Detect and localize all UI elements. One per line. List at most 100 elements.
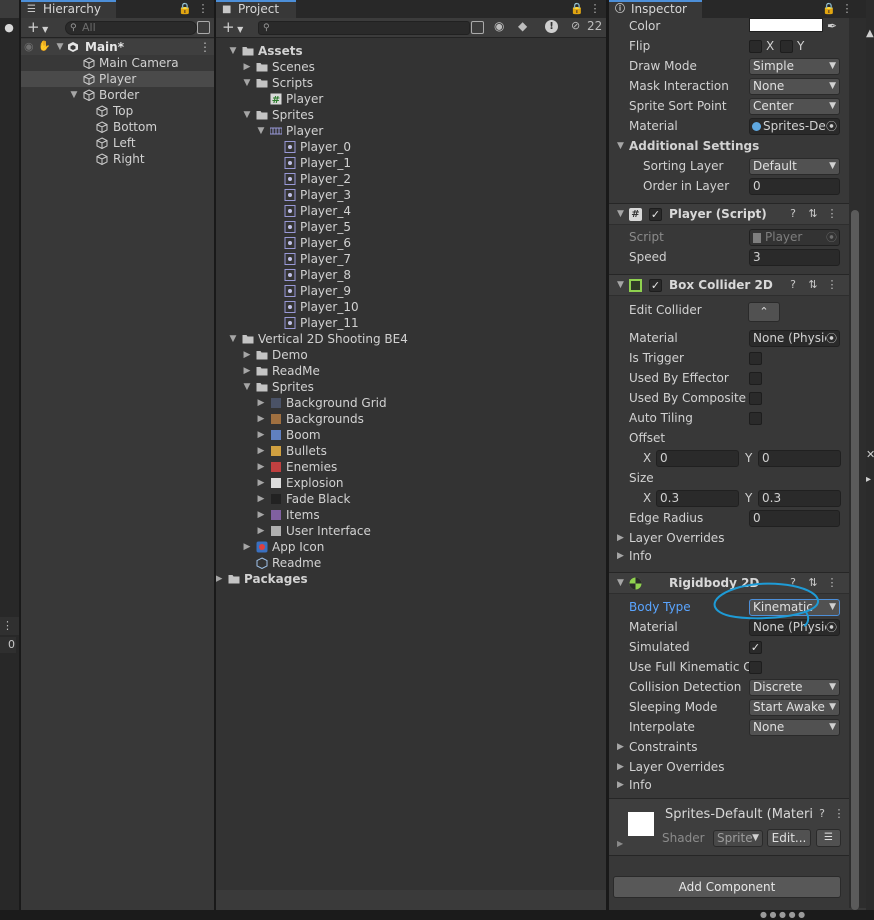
fold-arrow-icon[interactable]: ▶	[617, 839, 623, 848]
presets-icon[interactable]: ⇅	[806, 207, 820, 221]
simulated-checkbox[interactable]: ✓	[749, 641, 762, 654]
bc-material-field[interactable]: None (Physic ⦿	[749, 330, 840, 347]
project-item-player-frame[interactable]: Player_10	[216, 299, 606, 315]
help-icon[interactable]: ?	[786, 207, 800, 221]
expand-arrow-icon[interactable]: ▶	[256, 427, 266, 443]
lightbulb-icon[interactable]: ●	[2, 21, 16, 35]
project-item-player-script[interactable]: # Player	[216, 91, 606, 107]
project-item-vertical-2d-shooting[interactable]: ▼ Vertical 2D Shooting BE4	[216, 331, 606, 347]
expand-arrow-icon[interactable]: ▶	[256, 443, 266, 459]
project-item-assets[interactable]: ▼ Assets	[216, 43, 606, 59]
edge-arrow-up-icon[interactable]: ▲	[866, 28, 874, 39]
offset-x-field[interactable]: 0	[656, 450, 739, 467]
project-item-player-frame[interactable]: Player_2	[216, 171, 606, 187]
project-item-player-frame[interactable]: Player_3	[216, 187, 606, 203]
offset-y-field[interactable]: 0	[758, 450, 841, 467]
scene-row[interactable]: ◉ ✋ ▼ Main* ⋮	[21, 39, 214, 55]
hierarchy-item-bottom[interactable]: Bottom	[21, 119, 214, 135]
project-search-input[interactable]: ⚲	[258, 21, 470, 35]
shader-menu-icon[interactable]: ☰	[816, 829, 841, 847]
scene-menu-icon[interactable]: ⋮	[199, 39, 211, 55]
help-icon[interactable]: ?	[786, 576, 800, 590]
size-y-field[interactable]: 0.3	[758, 490, 841, 507]
hierarchy-item-left[interactable]: Left	[21, 135, 214, 151]
color-swatch[interactable]	[749, 18, 823, 32]
project-item-readme[interactable]: ▶ ReadMe	[216, 363, 606, 379]
rb-material-field[interactable]: None (Physic ⦿	[749, 619, 840, 636]
project-item-player-frame[interactable]: Player_5	[216, 219, 606, 235]
filter-label-icon[interactable]: ◆	[518, 19, 527, 33]
player-script-header[interactable]: ▼ # ✓ Player (Script) ? ⇅ ⋮	[609, 203, 866, 225]
collapse-arrow-icon[interactable]: ▼	[242, 379, 252, 395]
inspector-scrollbar[interactable]	[849, 18, 866, 910]
scene-tab-edge[interactable]	[0, 0, 19, 18]
additional-settings-row[interactable]: ▼ Additional Settings	[609, 136, 866, 156]
expand-arrow-icon[interactable]: ▶	[242, 539, 252, 555]
collapse-arrow-icon[interactable]: ▼	[256, 123, 266, 139]
lock-icon[interactable]: 🔒	[570, 2, 584, 15]
tab-project[interactable]: ■ Project	[216, 0, 296, 18]
enabled-checkbox[interactable]: ✓	[649, 279, 662, 292]
constraints-row[interactable]: ▶ Constraints	[609, 737, 866, 757]
hierarchy-item-right[interactable]: Right	[21, 151, 214, 167]
sr-material-field[interactable]: Sprites-De ⦿	[749, 118, 840, 135]
project-item-scripts[interactable]: ▼ Scripts	[216, 75, 606, 91]
project-item-sprite-group[interactable]: ▶ Bullets	[216, 443, 606, 459]
rigidbody-header[interactable]: ▼ Rigidbody 2D ? ⇅ ⋮	[609, 572, 866, 594]
expand-arrow-icon[interactable]: ▶	[256, 459, 266, 475]
project-item-app-icon[interactable]: ▶ App Icon	[216, 539, 606, 555]
search-scope-icon[interactable]	[197, 21, 210, 34]
hierarchy-item-main-camera[interactable]: Main Camera	[21, 55, 214, 71]
expand-arrow-icon[interactable]: ▶	[242, 59, 252, 75]
bc-layer-overrides-row[interactable]: ▶ Layer Overrides	[609, 528, 866, 548]
collapse-arrow-icon[interactable]: ▼	[228, 43, 238, 59]
edit-collider-button[interactable]: ⌃	[748, 302, 780, 322]
expand-arrow-icon[interactable]: ▶	[242, 347, 252, 363]
presets-icon[interactable]: ⇅	[806, 576, 820, 590]
composite-checkbox[interactable]	[749, 392, 762, 405]
info-icon[interactable]: !	[545, 20, 558, 33]
expand-arrow-icon[interactable]: ▶	[256, 507, 266, 523]
help-icon[interactable]: ?	[786, 278, 800, 292]
eyedropper-icon[interactable]: ✒	[827, 16, 837, 36]
mask-dropdown[interactable]: None ▼	[749, 78, 840, 95]
component-menu-icon[interactable]: ⋮	[825, 278, 839, 292]
expand-arrow-icon[interactable]: ▼	[69, 87, 79, 103]
collapse-arrow-icon[interactable]: ▼	[242, 75, 252, 91]
project-item-sprite-group[interactable]: ▶ Boom	[216, 427, 606, 443]
effector-checkbox[interactable]	[749, 372, 762, 385]
component-menu-icon[interactable]: ⋮	[832, 807, 846, 821]
collision-dropdown[interactable]: Discrete ▼	[749, 679, 840, 696]
expand-arrow-icon[interactable]: ▼	[55, 39, 65, 55]
rb-layer-overrides-row[interactable]: ▶ Layer Overrides	[609, 757, 866, 777]
project-item-player-frame[interactable]: Player_4	[216, 203, 606, 219]
expand-arrow-icon[interactable]: ▶	[256, 523, 266, 539]
object-picker-icon[interactable]: ⦿	[826, 331, 837, 346]
hierarchy-item-top[interactable]: Top	[21, 103, 214, 119]
project-item-sprite-group[interactable]: ▶ User Interface	[216, 523, 606, 539]
edge-radius-field[interactable]: 0	[749, 510, 840, 527]
help-icon[interactable]: ?	[815, 807, 829, 821]
scrollbar-thumb[interactable]	[851, 210, 859, 910]
lock-icon[interactable]: 🔒	[822, 2, 836, 15]
more-options-icon[interactable]: ⋮	[589, 2, 601, 15]
edit-shader-button[interactable]: Edit...	[767, 829, 811, 847]
project-item-sprites[interactable]: ▼ Sprites	[216, 107, 606, 123]
interpolate-dropdown[interactable]: None ▼	[749, 719, 840, 736]
search-scope-icon[interactable]	[471, 21, 484, 34]
project-item-sprite-group[interactable]: ▶ Background Grid	[216, 395, 606, 411]
project-item-sprite-group[interactable]: ▶ Backgrounds	[216, 411, 606, 427]
flip-y-checkbox[interactable]	[780, 40, 793, 53]
shader-dropdown[interactable]: Sprite ▼	[713, 830, 763, 847]
draw-mode-dropdown[interactable]: Simple ▼	[749, 58, 840, 75]
filter-type-icon[interactable]: ◉	[494, 19, 504, 33]
expand-arrow-icon[interactable]: ▶	[216, 571, 224, 587]
close-icon[interactable]: ✕	[866, 448, 874, 461]
collapse-arrow-icon[interactable]: ▼	[242, 107, 252, 123]
project-item-sprite-group[interactable]: ▶ Fade Black	[216, 491, 606, 507]
console-dots-icon[interactable]: ⋮	[2, 619, 13, 632]
more-options-icon[interactable]: ⋮	[841, 2, 853, 15]
rb-info-row[interactable]: ▶ Info	[609, 775, 866, 795]
full-kinematic-checkbox[interactable]	[749, 661, 762, 674]
order-field[interactable]: 0	[749, 178, 840, 195]
